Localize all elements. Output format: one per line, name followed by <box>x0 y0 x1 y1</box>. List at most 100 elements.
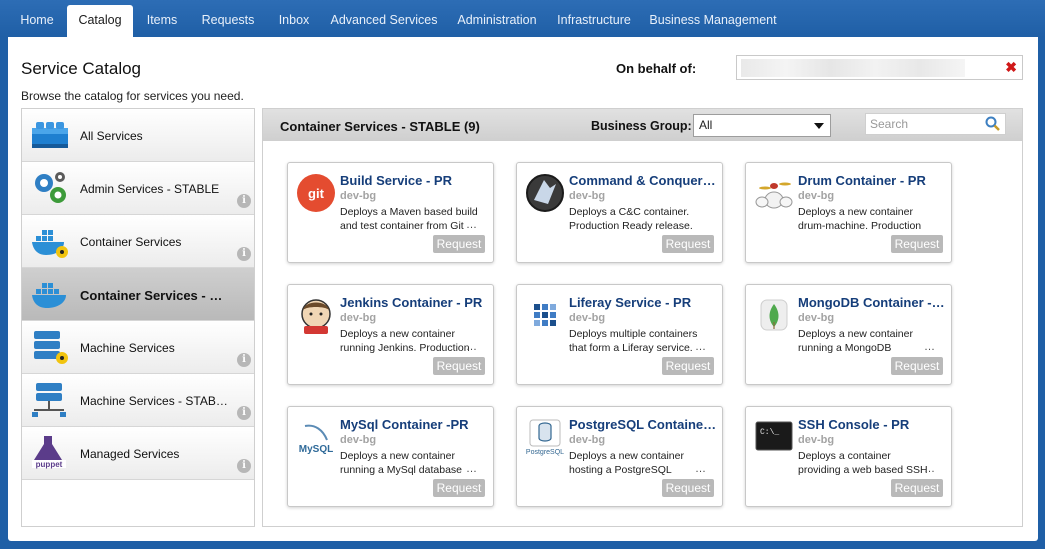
info-icon[interactable]: i <box>237 353 251 367</box>
sidebar-item-container-services[interactable]: Container Services i <box>22 215 254 268</box>
card-subtitle: dev-bg <box>569 434 606 446</box>
business-group-label: Business Group: <box>591 119 692 133</box>
server-network-icon <box>32 383 66 417</box>
request-button[interactable]: Request <box>662 235 714 253</box>
card-description: Deploys a new container hosting a Postgr… <box>569 450 684 476</box>
card-ellipsis: … <box>695 341 706 353</box>
sidebar-item-machine-services-stable[interactable]: Machine Services - STABLE i <box>22 374 254 427</box>
card-description: Deploys a new container running a MySql … <box>340 450 462 476</box>
liferay-icon <box>534 304 556 326</box>
tab-advanced-services[interactable]: Advanced Services <box>326 7 442 33</box>
card-description: Deploys a new container running a MongoD… <box>798 328 913 354</box>
tab-catalog[interactable]: Catalog <box>67 5 133 37</box>
request-button[interactable]: Request <box>433 235 485 253</box>
main-panel: Service Catalog Browse the catalog for s… <box>8 37 1038 541</box>
card-title[interactable]: SSH Console - PR <box>798 417 948 432</box>
tab-administration[interactable]: Administration <box>450 7 544 33</box>
close-icon[interactable]: ✖ <box>1005 59 1017 76</box>
tab-requests[interactable]: Requests <box>192 7 264 33</box>
terminal-icon: C:\_ <box>755 421 793 451</box>
mongodb-icon <box>760 299 788 331</box>
svg-text:puppet: puppet <box>36 460 63 469</box>
catalog-card[interactable]: MongoDB Container - PR dev-bg Deploys a … <box>745 284 952 385</box>
card-title[interactable]: Jenkins Container - PR <box>340 295 490 310</box>
content-header: Container Services - STABLE (9) Business… <box>263 109 1022 141</box>
sidebar-item-label: Container Services - STABLE <box>80 288 230 303</box>
card-subtitle: dev-bg <box>340 190 377 202</box>
sidebar-item-label: Machine Services <box>80 341 175 355</box>
card-description: Deploys multiple containers that form a … <box>569 328 698 354</box>
command-conquer-icon <box>526 174 564 212</box>
sidebar-item-machine-services[interactable]: Machine Services i <box>22 321 254 374</box>
tab-inbox[interactable]: Inbox <box>270 7 318 33</box>
card-ellipsis: … <box>466 463 477 475</box>
request-button[interactable]: Request <box>662 357 714 375</box>
card-description: Deploys a new container drum-machine. Pr… <box>798 206 922 232</box>
card-title[interactable]: Build Service - PR <box>340 173 490 188</box>
sidebar: All Services Admin Services - STABLE i C… <box>21 108 255 527</box>
request-button[interactable]: Request <box>433 357 485 375</box>
tab-business-management[interactable]: Business Management <box>645 7 781 33</box>
catalog-card[interactable]: Jenkins Container - PR dev-bg Deploys a … <box>287 284 494 385</box>
request-button[interactable]: Request <box>662 479 714 497</box>
request-button[interactable]: Request <box>433 479 485 497</box>
card-subtitle: dev-bg <box>798 434 835 446</box>
card-title[interactable]: MySql Container -PR <box>340 417 490 432</box>
sidebar-item-label: Admin Services - STABLE <box>80 182 220 196</box>
gears-icon <box>35 172 66 203</box>
sidebar-item-all-services[interactable]: All Services <box>22 109 254 162</box>
card-title[interactable]: Drum Container - PR <box>798 173 948 188</box>
card-description: Deploys a Maven based build and test con… <box>340 206 478 232</box>
on-behalf-field[interactable]: ✖ <box>736 55 1023 80</box>
card-description: Deploys a new container running Jenkins.… <box>340 328 470 354</box>
search-icon[interactable] <box>985 116 1001 132</box>
card-subtitle: dev-bg <box>569 190 606 202</box>
card-title[interactable]: Command & Conquer Container - PR <box>569 173 719 188</box>
card-description: Deploys a C&C container. Production Read… <box>569 206 693 232</box>
puppet-icon: puppet <box>32 436 66 469</box>
business-group-select[interactable]: All <box>693 114 831 137</box>
sidebar-item-label: Container Services <box>80 235 182 249</box>
card-ellipsis: … <box>924 463 935 475</box>
sidebar-item-container-services-stable[interactable]: Container Services - STABLE <box>22 268 254 321</box>
card-description: Deploys a container providing a web base… <box>798 450 928 476</box>
card-title[interactable]: Liferay Service - PR <box>569 295 719 310</box>
svg-text:git: git <box>308 186 325 201</box>
business-group-value: All <box>699 118 713 132</box>
sidebar-item-admin-services-stable[interactable]: Admin Services - STABLE i <box>22 162 254 215</box>
tab-infrastructure[interactable]: Infrastructure <box>552 7 636 33</box>
info-icon[interactable]: i <box>237 459 251 473</box>
catalog-card[interactable]: Liferay Service - PR dev-bg Deploys mult… <box>516 284 723 385</box>
search-input[interactable]: Search <box>865 113 1006 135</box>
svg-text:C:\_: C:\_ <box>760 428 779 437</box>
catalog-card[interactable]: C:\_ SSH Console - PR dev-bg Deploys a c… <box>745 406 952 507</box>
card-title[interactable]: PostgreSQL Container - PR <box>569 417 719 432</box>
info-icon[interactable]: i <box>237 406 251 420</box>
chevron-down-icon <box>814 123 824 129</box>
card-subtitle: dev-bg <box>569 312 606 324</box>
catalog-content: Container Services - STABLE (9) Business… <box>262 108 1023 527</box>
card-subtitle: dev-bg <box>798 312 835 324</box>
card-title[interactable]: MongoDB Container - PR <box>798 295 948 310</box>
info-icon[interactable]: i <box>237 247 251 261</box>
catalog-card[interactable]: MySQL MySql Container -PR dev-bg Deploys… <box>287 406 494 507</box>
drum-icon <box>755 182 793 209</box>
catalog-card[interactable]: git Build Service - PR dev-bg Deploys a … <box>287 162 494 263</box>
request-button[interactable]: Request <box>891 235 943 253</box>
tab-items[interactable]: Items <box>138 7 186 33</box>
info-icon[interactable]: i <box>237 194 251 208</box>
sidebar-item-managed-services[interactable]: puppet Managed Services i <box>22 427 254 480</box>
blocks-icon <box>32 122 68 148</box>
top-nav: Home Catalog Items Requests Inbox Advanc… <box>0 0 1045 37</box>
server-icon <box>34 331 68 364</box>
request-button[interactable]: Request <box>891 357 943 375</box>
request-button[interactable]: Request <box>891 479 943 497</box>
sidebar-item-label: All Services <box>80 129 143 143</box>
catalog-card[interactable]: PostgreSQL PostgreSQL Container - PR dev… <box>516 406 723 507</box>
postgresql-icon: PostgreSQL <box>526 419 564 456</box>
sidebar-item-label: Machine Services - STABLE <box>80 394 230 408</box>
catalog-card[interactable]: Drum Container - PR dev-bg Deploys a new… <box>745 162 952 263</box>
tab-home[interactable]: Home <box>10 7 64 33</box>
catalog-card[interactable]: Command & Conquer Container - PR dev-bg … <box>516 162 723 263</box>
docker-icon <box>32 283 66 308</box>
